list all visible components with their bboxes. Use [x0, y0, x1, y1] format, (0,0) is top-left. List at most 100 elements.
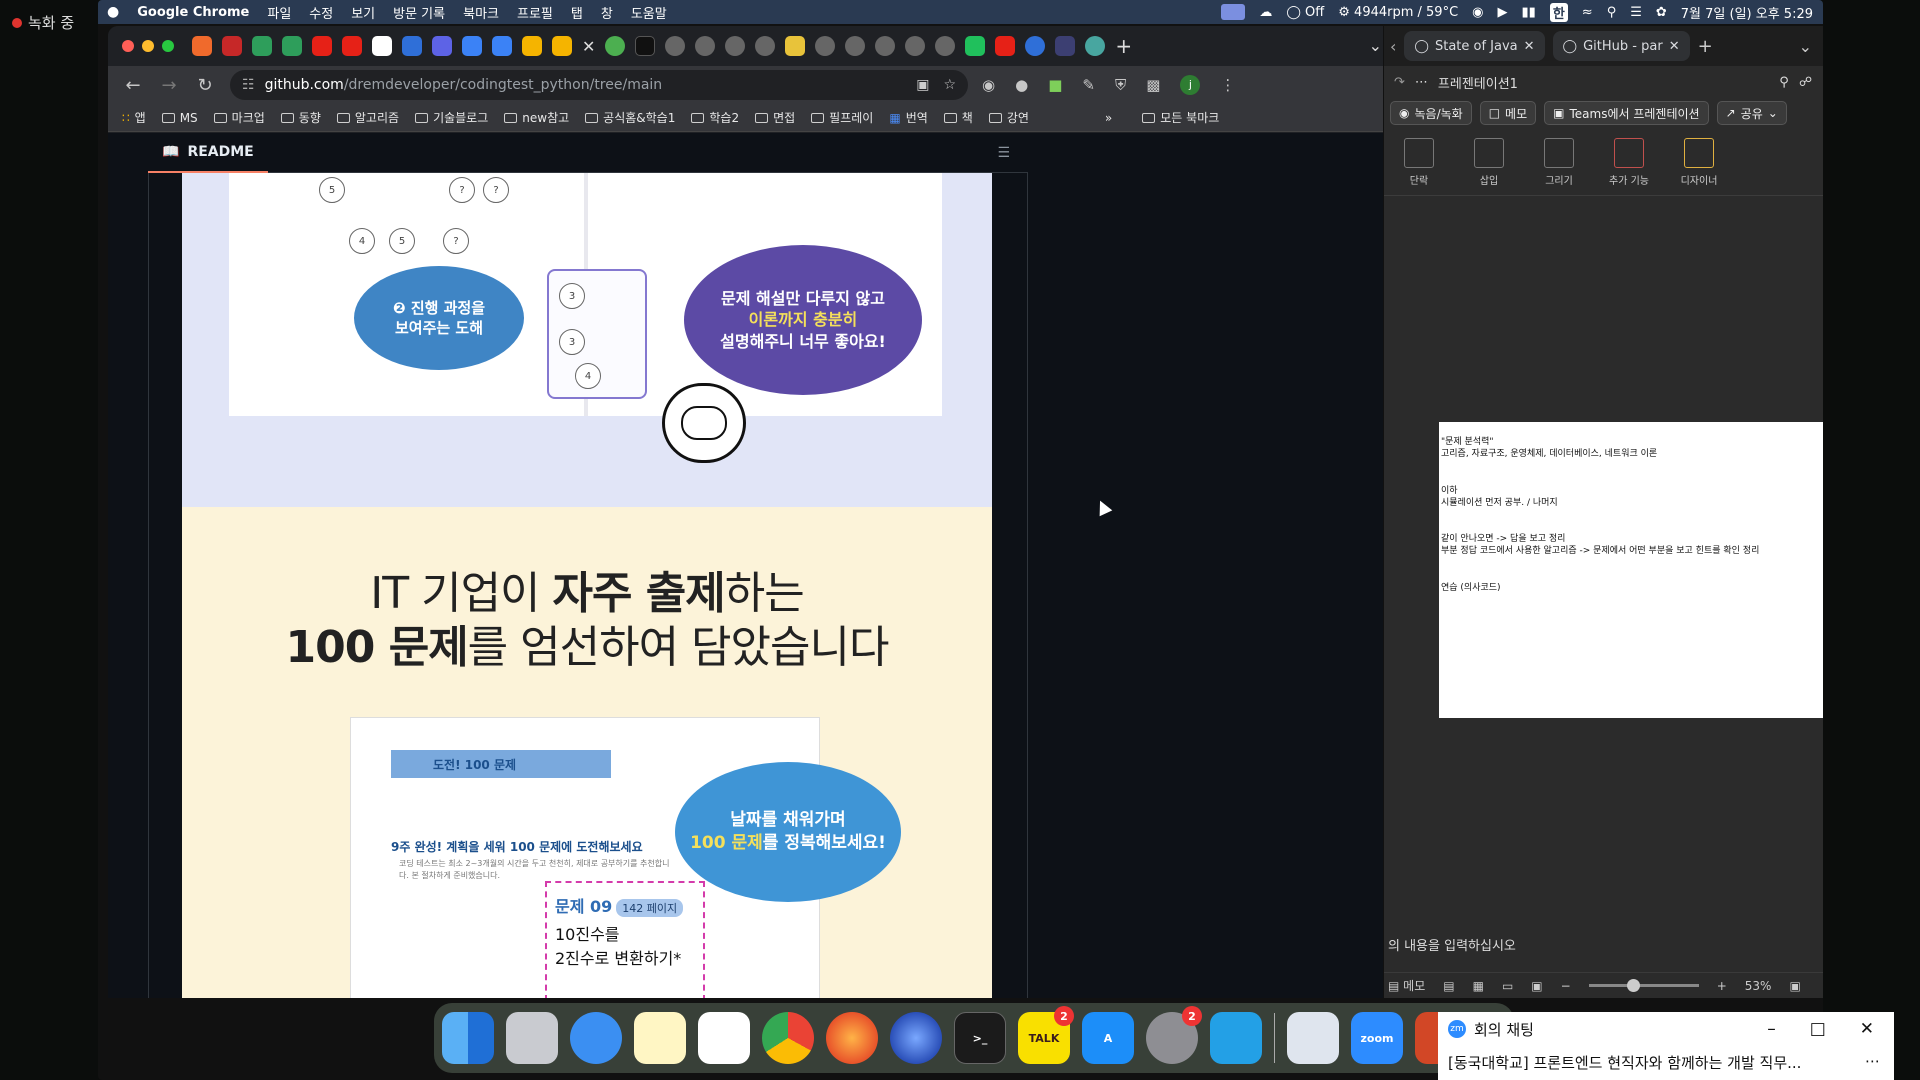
bookmark-star-icon[interactable]: ☆	[943, 77, 956, 93]
close-tab-icon[interactable]: ✕	[582, 37, 595, 56]
control-center-icon[interactable]: ☰	[1630, 5, 1642, 20]
firefox-icon[interactable]	[826, 1012, 878, 1064]
docs-tab-icon[interactable]	[462, 36, 482, 56]
share-link-icon[interactable]: ☍	[1799, 75, 1812, 90]
slides-tab-icon[interactable]	[522, 36, 542, 56]
minimize-icon[interactable]: –	[1767, 1019, 1776, 1039]
normal-view-icon[interactable]: ▤	[1443, 979, 1454, 993]
menu-file[interactable]: 파일	[258, 3, 300, 22]
menu-window[interactable]: 창	[592, 3, 622, 22]
slides-tab-icon[interactable]	[552, 36, 572, 56]
youtube-tab-icon[interactable]	[312, 36, 332, 56]
zoom-slider-knob[interactable]	[1626, 979, 1640, 992]
share-button[interactable]: ↗ 공유 ⌄	[1716, 101, 1787, 125]
tab-favicon-icon[interactable]	[222, 36, 242, 56]
menu-edit[interactable]: 수정	[300, 3, 342, 22]
slideshow-icon[interactable]: ▣	[1531, 979, 1542, 993]
screen-share-icon[interactable]	[1221, 4, 1246, 20]
tab-favicon-icon[interactable]	[1085, 36, 1106, 56]
slide-canvas[interactable]: "문제 분석력" 고리즘, 자료구조, 운영체제, 데이터베이스, 네트워크 이…	[1439, 422, 1823, 718]
system-settings-icon[interactable]: 2	[1146, 1006, 1202, 1064]
undo-icon[interactable]: ↷	[1394, 75, 1405, 90]
fit-slide-icon[interactable]: ▣	[1789, 979, 1800, 993]
github-tab-icon[interactable]	[725, 36, 746, 56]
back-button[interactable]: ←	[122, 75, 144, 96]
input-source-icon[interactable]: 한	[1549, 2, 1568, 22]
ribbon-paragraph[interactable]: 단락	[1394, 138, 1444, 187]
bookmark-folder[interactable]: 공식홈&학습1	[585, 109, 675, 126]
apple-icon[interactable]: ●	[98, 4, 128, 20]
pen-extension-icon[interactable]: ✎	[1082, 76, 1095, 94]
chrome-icon[interactable]	[762, 1012, 814, 1064]
tab-favicon-icon[interactable]	[1055, 36, 1076, 56]
bookmark-folder[interactable]: 필프레이	[811, 109, 873, 126]
github-tab-icon[interactable]	[755, 36, 776, 56]
slide-sorter-icon[interactable]: ▦	[1473, 979, 1484, 993]
tab-favicon-icon[interactable]	[605, 36, 626, 56]
bookmark-folder[interactable]: 강연	[988, 109, 1029, 126]
tab-state-of-java[interactable]: ◯ State of Java ✕	[1404, 31, 1545, 61]
menu-history[interactable]: 방문 기록	[384, 3, 454, 22]
notes-toggle[interactable]: ▤ 메모	[1388, 977, 1425, 994]
bookmark-translate[interactable]: ▦ 번역	[889, 109, 927, 126]
bookmark-folder[interactable]: 기술블로그	[415, 109, 488, 126]
outline-list-icon[interactable]: ☰	[997, 145, 1010, 161]
more-icon[interactable]: ⋯	[1415, 75, 1428, 90]
tab-favicon-icon[interactable]	[432, 36, 452, 56]
zoom-in-button[interactable]: +	[1717, 979, 1727, 993]
more-options-icon[interactable]: ⋯	[1865, 1052, 1880, 1070]
puzzle-extensions-icon[interactable]: ▩	[1146, 76, 1160, 94]
notes-icon[interactable]	[634, 1012, 686, 1064]
bookmark-folder[interactable]: 면접	[755, 109, 795, 126]
github-tab-icon[interactable]	[875, 36, 896, 56]
zoom-out-button[interactable]: −	[1561, 979, 1571, 993]
siri-icon[interactable]: ✿	[1656, 5, 1667, 20]
thunderbird-icon[interactable]	[890, 1012, 942, 1064]
all-bookmarks[interactable]: 모든 북마크	[1142, 109, 1219, 126]
reload-button[interactable]: ↻	[194, 75, 216, 96]
github-tab-icon[interactable]	[845, 36, 866, 56]
app-store-icon[interactable]: A	[1082, 1012, 1134, 1064]
github-tab-icon[interactable]	[905, 36, 926, 56]
bookmark-folder[interactable]: MS	[161, 111, 198, 125]
chrome-menu-icon[interactable]: ⋮	[1220, 76, 1235, 94]
camera-extension-icon[interactable]: ◉	[982, 76, 995, 94]
vpn-status[interactable]: ◯ Off	[1286, 5, 1324, 20]
docs-tab-icon[interactable]	[492, 36, 512, 56]
reading-view-icon[interactable]: ▭	[1502, 979, 1513, 993]
tab-favicon-icon[interactable]	[635, 36, 656, 56]
search-icon[interactable]: ⚲	[1607, 5, 1617, 20]
tab-favicon-icon[interactable]	[1025, 36, 1046, 56]
tab-favicon-icon[interactable]	[965, 36, 986, 56]
more-bookmarks-icon[interactable]: »	[1105, 111, 1112, 125]
zoom-level[interactable]: 53%	[1745, 979, 1772, 993]
menu-datetime[interactable]: 7월 7일 (일) 오후 5:29	[1681, 3, 1813, 22]
wifi-icon[interactable]: ≈	[1582, 5, 1593, 20]
safari-icon[interactable]	[570, 1012, 622, 1064]
forward-button[interactable]: →	[158, 75, 180, 96]
camera-icon[interactable]: ◉	[1472, 5, 1483, 20]
address-bar[interactable]: ☷ github.com/dremdeveloper/codingtest_py…	[230, 70, 968, 100]
new-tab-button[interactable]: +	[1115, 34, 1132, 58]
preview-icon[interactable]	[1287, 1012, 1339, 1064]
speaker-notes-input[interactable]: 의 내용을 입력하십시오	[1384, 931, 1823, 957]
tab-favicon-icon[interactable]	[252, 36, 272, 56]
battery-icon[interactable]: ▮▮	[1522, 5, 1536, 20]
bookmark-folder[interactable]: 책	[943, 109, 973, 126]
finder-icon[interactable]	[442, 1012, 494, 1064]
zoom-slider[interactable]	[1588, 979, 1699, 992]
tab-favicon-icon[interactable]	[282, 36, 302, 56]
ribbon-add-ins[interactable]: 추가 기능	[1604, 138, 1654, 187]
tab-favicon-icon[interactable]	[192, 36, 212, 56]
record-button[interactable]: ◉ 녹음/녹화	[1390, 101, 1472, 125]
site-info-icon[interactable]: ☷	[242, 77, 255, 93]
maximize-icon[interactable]: □	[1810, 1019, 1826, 1039]
ribbon-draw[interactable]: 그리기	[1534, 138, 1584, 187]
bookmark-folder[interactable]: 학습2	[691, 109, 739, 126]
menu-tab[interactable]: 탭	[562, 3, 592, 22]
tab-search-icon[interactable]: ⌄	[1369, 36, 1382, 55]
github-tab-icon[interactable]	[935, 36, 956, 56]
vscode-icon[interactable]	[1210, 1012, 1262, 1064]
youtube-tab-icon[interactable]	[995, 36, 1016, 56]
tab-list-icon[interactable]: ⌄	[1799, 37, 1812, 56]
